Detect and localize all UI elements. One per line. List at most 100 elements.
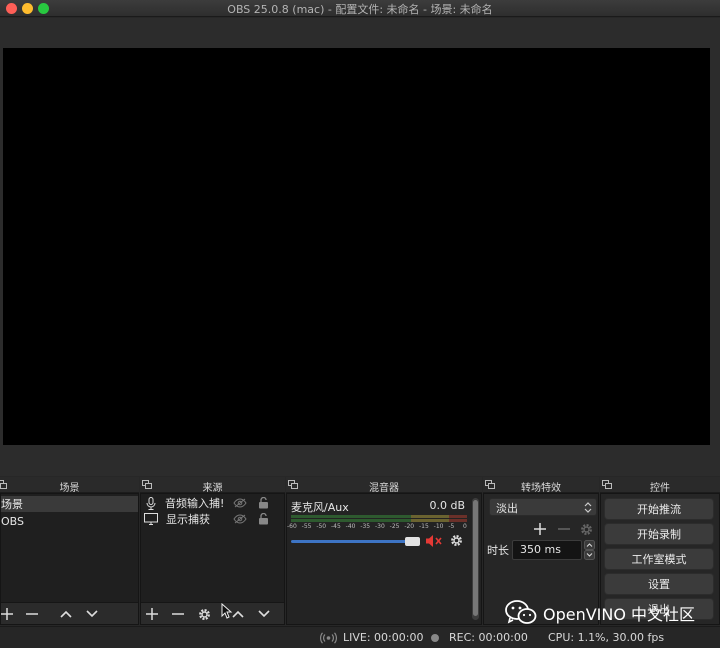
unlock-icon[interactable] [258, 513, 269, 525]
mixer-channel-name: 麦克风/Aux [291, 501, 349, 514]
stepper-arrows-icon [584, 540, 595, 560]
monitor-icon [144, 513, 158, 525]
chevron-down-icon [86, 610, 98, 618]
duration-stepper[interactable] [584, 540, 595, 560]
microphone-icon [146, 496, 156, 510]
mixer-scrollbar-thumb[interactable] [473, 500, 478, 616]
sources-dock-header: 来源 [140, 477, 285, 494]
source-item-label: 音频输入捕! [165, 497, 225, 510]
broadcast-icon [320, 632, 337, 644]
scene-item[interactable]: OBS [1, 513, 138, 529]
audio-level-meter [291, 519, 467, 522]
meter-scale-label: -30 [375, 523, 385, 530]
gear-icon [198, 608, 210, 620]
meter-scale: -60 -55 -50 -45 -40 -35 -30 -25 -20 -15 -10 -5 0 [287, 523, 469, 531]
start-streaming-button[interactable]: 开始推流 [604, 498, 714, 520]
studio-mode-button[interactable]: 工作室模式 [604, 548, 714, 570]
sources-toolbar [141, 602, 284, 624]
window-title: OBS 25.0.8 (mac) - 配置文件: 未命名 - 场景: 未命名 [227, 3, 493, 16]
transitions-dock-header: 转场特效 [483, 477, 599, 494]
transition-select-value: 淡出 [496, 502, 518, 515]
minus-icon [558, 528, 570, 530]
mouse-cursor-icon [221, 603, 233, 619]
source-item-label: 显示捕获 [166, 513, 210, 526]
watermark: OpenVINO 中文社区 [505, 600, 695, 626]
start-recording-button[interactable]: 开始录制 [604, 523, 714, 545]
move-scene-down-button[interactable] [83, 605, 101, 623]
scene-item-label: 场景 [1, 498, 23, 511]
meter-scale-label: -50 [316, 523, 327, 530]
add-transition-button[interactable] [531, 520, 549, 538]
volume-slider-track[interactable] [291, 540, 419, 543]
minus-icon [172, 613, 184, 615]
visibility-hidden-icon[interactable] [233, 514, 247, 524]
mixer-dock: 混音器 麦克风/Aux 0.0 dB -60 -55 -50 -45 -40 -35 -30… [286, 477, 482, 625]
cpu-fps-readout: CPU: 1.1%, 30.00 fps [548, 631, 665, 644]
preview-canvas[interactable] [3, 48, 710, 445]
scene-item-label: OBS [1, 514, 24, 528]
duration-input[interactable]: 350 ms [512, 540, 582, 560]
source-item[interactable]: 音频输入捕! [141, 495, 284, 511]
controls-dock-title: 控件 [650, 483, 670, 494]
chevron-up-icon [232, 610, 244, 618]
transitions-dock-title: 转场特效 [521, 483, 561, 494]
gear-icon[interactable] [449, 533, 464, 548]
chevron-up-icon [60, 610, 72, 618]
mixer-dock-title: 混音器 [369, 483, 399, 494]
select-arrows-icon [584, 502, 592, 513]
visibility-hidden-icon[interactable] [233, 498, 247, 508]
sources-dock: 来源 音频输入捕! 显示捕获 [140, 477, 285, 625]
meter-scale-label: -55 [301, 523, 312, 530]
remove-scene-button[interactable] [23, 605, 41, 623]
meter-scale-label: -25 [389, 523, 400, 530]
scenes-dock: 场景 场景 OBS [0, 477, 139, 625]
volume-slider-handle[interactable] [405, 537, 420, 546]
scenes-toolbar [1, 602, 138, 624]
meter-scale-label: 0 [463, 523, 467, 530]
add-source-button[interactable] [143, 605, 161, 623]
move-scene-up-button[interactable] [57, 605, 75, 623]
move-source-down-button[interactable] [255, 605, 273, 623]
settings-button[interactable]: 设置 [604, 573, 714, 595]
mixer-scrollbar[interactable] [472, 498, 479, 620]
scenes-dock-title: 场景 [59, 483, 80, 494]
audio-level-meter [291, 515, 467, 518]
remove-source-button[interactable] [169, 605, 187, 623]
unlock-icon[interactable] [258, 497, 269, 509]
scenes-dock-header: 场景 [0, 477, 139, 494]
remove-transition-button[interactable] [555, 520, 573, 538]
duration-label: 时长 [487, 544, 509, 557]
minus-icon [26, 613, 38, 615]
duration-value: 350 ms [520, 543, 561, 556]
meter-scale-label: -15 [419, 523, 429, 530]
source-item[interactable]: 显示捕获 [141, 511, 284, 527]
sources-list: 音频输入捕! 显示捕获 [140, 493, 285, 625]
plus-icon [1, 608, 13, 620]
watermark-text: OpenVINO 中文社区 [543, 605, 696, 624]
scenes-list: 场景 OBS [0, 493, 139, 625]
meter-scale-label: -5 [448, 523, 455, 530]
meter-scale-label: -40 [345, 523, 356, 530]
add-scene-button[interactable] [0, 605, 16, 623]
chevron-down-icon [258, 610, 270, 618]
meter-scale-label: -20 [404, 523, 415, 530]
meter-scale-label: -60 [287, 523, 297, 530]
transition-select[interactable]: 淡出 [489, 498, 597, 516]
mute-speaker-icon[interactable] [425, 534, 443, 548]
scene-item[interactable]: 场景 [1, 496, 138, 512]
transition-properties-button[interactable] [577, 520, 595, 538]
wechat-logo-icon [505, 600, 537, 624]
plus-icon [146, 608, 158, 620]
source-properties-button[interactable] [195, 605, 213, 623]
preview-workspace [0, 18, 720, 476]
rec-timer: REC: 00:00:00 [449, 631, 528, 644]
gear-icon [580, 523, 592, 535]
meter-scale-label: -35 [360, 523, 371, 530]
mixer-panel: 麦克风/Aux 0.0 dB -60 -55 -50 -45 -40 -35 -30 -25-… [286, 493, 482, 625]
sources-dock-title: 来源 [202, 483, 223, 494]
meter-scale-label: -45 [331, 523, 341, 530]
meter-scale-label: -10 [433, 523, 444, 530]
mixer-dock-header: 混音器 [286, 477, 482, 494]
status-bar: LIVE: 00:00:00 REC: 00:00:00 CPU: 1.1%, … [0, 626, 720, 648]
mixer-channel-db: 0.0 dB [429, 499, 465, 512]
